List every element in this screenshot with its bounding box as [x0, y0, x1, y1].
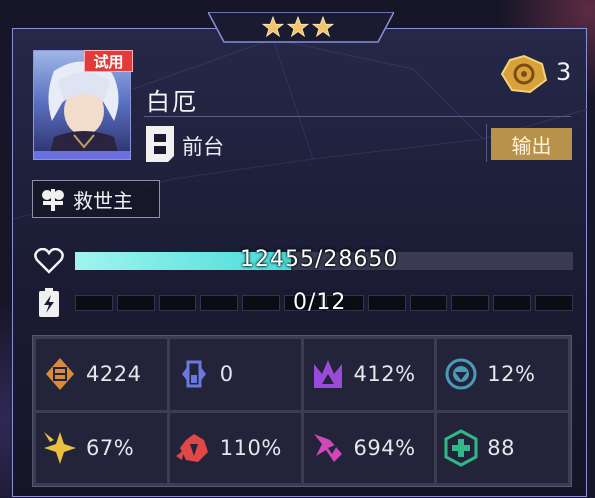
stats-grid: 4224 0 412% 12% 67% 110% 694% 88	[32, 335, 572, 487]
energy-segment	[535, 295, 573, 311]
attack-icon	[46, 358, 74, 391]
position-icon	[146, 126, 174, 162]
energy-segment	[367, 295, 406, 311]
stat-defense: 0	[169, 339, 301, 410]
stat-crit-rate: 67%	[36, 412, 167, 483]
position-label: 前台	[182, 135, 224, 159]
stat-value: 67%	[86, 435, 135, 460]
effect-hit-icon	[313, 360, 342, 389]
energy-segment	[409, 295, 448, 311]
break-effect-icon	[313, 433, 342, 462]
star-icon	[312, 16, 334, 38]
defense-icon	[181, 360, 206, 388]
star-icon	[262, 16, 284, 38]
stat-value: 4224	[86, 362, 142, 387]
stat-healing: 88	[437, 412, 568, 483]
energy-segment	[451, 295, 490, 311]
energy-segment	[75, 295, 113, 311]
rarity-stars	[262, 16, 334, 40]
eidolon-count: 3	[556, 58, 572, 86]
effect-res-icon	[445, 358, 477, 390]
energy-segment	[242, 295, 281, 311]
stat-value: 110%	[219, 435, 282, 460]
energy-icon	[39, 288, 59, 317]
stat-value: 88	[487, 435, 515, 460]
stat-attack: 4224	[36, 339, 167, 410]
stat-value: 694%	[353, 435, 416, 460]
crit-dmg-icon	[175, 433, 208, 462]
stat-break-effect: 694%	[303, 412, 435, 483]
portrait-bar	[34, 151, 130, 159]
path-label: 救世主	[73, 188, 133, 213]
stat-effect-res: 12%	[437, 339, 568, 410]
stat-value: 0	[219, 362, 234, 387]
divider	[486, 124, 487, 162]
healing-icon	[444, 429, 478, 467]
star-icon	[287, 16, 309, 38]
trial-badge: 试用	[84, 50, 133, 72]
eidolon-icon	[500, 54, 548, 94]
path-badge[interactable]: 救世主	[32, 180, 160, 218]
role-badge: 输出	[491, 128, 572, 160]
energy-segment	[493, 295, 532, 311]
stat-value: 412%	[353, 362, 416, 387]
stat-crit-dmg: 110%	[169, 412, 301, 483]
energy-text: 0/12	[293, 290, 347, 315]
stat-effect-hit: 412%	[303, 339, 435, 410]
energy-segment	[116, 295, 155, 311]
crit-rate-icon	[44, 431, 76, 464]
heart-icon	[34, 248, 64, 274]
stat-value: 12%	[487, 362, 536, 387]
energy-segment	[158, 295, 197, 311]
energy-segment	[200, 295, 239, 311]
divider	[144, 116, 571, 117]
path-icon	[42, 189, 64, 211]
hp-text: 12455/28650	[240, 247, 399, 272]
character-name: 白厄	[146, 88, 198, 116]
